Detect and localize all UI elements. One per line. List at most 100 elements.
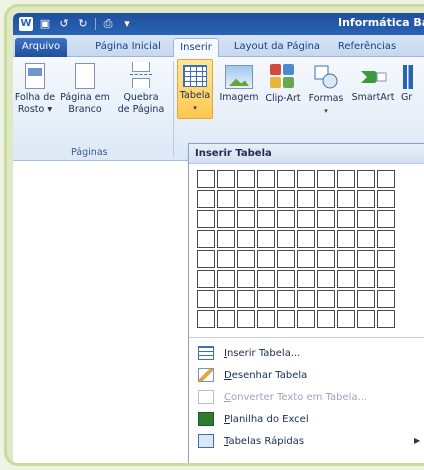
table-grid-cell[interactable] [337,290,355,308]
table-grid-cell[interactable] [317,250,335,268]
image-button[interactable]: Imagem [217,61,261,104]
menu-item-planilha-excel[interactable]: Planilha do Excel [189,408,424,430]
save-icon[interactable]: ▣ [38,17,52,31]
table-grid-cell[interactable] [297,210,315,228]
smartart-button[interactable]: SmartArt [347,61,399,104]
blank-page-button[interactable]: Página em Branco [57,61,113,116]
table-grid-cell[interactable] [297,170,315,188]
table-grid-cell[interactable] [217,270,235,288]
table-grid-cell[interactable] [197,170,215,188]
table-grid-cell[interactable] [237,270,255,288]
table-grid-cell[interactable] [197,250,215,268]
table-grid-cell[interactable] [197,290,215,308]
table-grid-cell[interactable] [317,210,335,228]
table-grid-cell[interactable] [257,190,275,208]
table-grid-cell[interactable] [317,290,335,308]
table-grid-cell[interactable] [257,210,275,228]
table-grid-cell[interactable] [357,170,375,188]
table-grid-cell[interactable] [357,270,375,288]
menu-item-tabelas-rapidas[interactable]: Tabelas Rápidas ▶ [189,430,424,452]
table-grid-cell[interactable] [237,210,255,228]
table-grid-cell[interactable] [377,310,395,328]
table-grid-cell[interactable] [237,230,255,248]
table-grid-cell[interactable] [337,250,355,268]
clipart-button[interactable]: Clip-Art [261,61,305,105]
table-grid-cell[interactable] [377,250,395,268]
table-grid-cell[interactable] [217,210,235,228]
table-grid-cell[interactable] [277,290,295,308]
menu-item-desenhar-tabela[interactable]: Desenhar Tabela [189,364,424,386]
undo-icon[interactable]: ↺ [57,17,71,31]
table-grid-cell[interactable] [217,230,235,248]
table-grid-cell[interactable] [337,270,355,288]
table-grid-cell[interactable] [197,230,215,248]
table-grid-cell[interactable] [377,190,395,208]
table-grid-cell[interactable] [277,250,295,268]
chart-button[interactable]: Gr [401,61,424,104]
table-grid-cell[interactable] [317,170,335,188]
table-grid-cell[interactable] [317,270,335,288]
table-grid-cell[interactable] [377,210,395,228]
tab-inserir[interactable]: Inserir [173,38,219,58]
table-grid-cell[interactable] [357,250,375,268]
table-grid-cell[interactable] [337,170,355,188]
customize-icon[interactable]: ▾ [120,17,134,31]
table-grid-cell[interactable] [257,290,275,308]
table-grid-cell[interactable] [357,230,375,248]
table-button[interactable]: Tabela ▾ [177,59,213,119]
table-grid-cell[interactable] [337,190,355,208]
table-grid-cell[interactable] [257,230,275,248]
redo-icon[interactable]: ↻ [76,17,90,31]
table-grid-cell[interactable] [377,290,395,308]
table-grid-cell[interactable] [337,210,355,228]
table-grid-cell[interactable] [277,210,295,228]
table-grid-cell[interactable] [297,190,315,208]
table-grid-cell[interactable] [297,230,315,248]
table-grid-cell[interactable] [257,170,275,188]
table-grid-cell[interactable] [377,270,395,288]
table-grid-cell[interactable] [277,190,295,208]
table-grid-cell[interactable] [197,270,215,288]
table-grid-cell[interactable] [337,310,355,328]
table-grid-cell[interactable] [197,310,215,328]
table-grid-cell[interactable] [357,310,375,328]
table-grid-cell[interactable] [377,170,395,188]
table-grid-cell[interactable] [277,270,295,288]
shapes-button[interactable]: Formas ▾ [305,61,347,117]
table-size-grid[interactable] [197,170,395,328]
tab-pagina-inicial[interactable]: Página Inicial [87,38,169,57]
table-grid-cell[interactable] [237,310,255,328]
table-grid-cell[interactable] [257,270,275,288]
table-grid-cell[interactable] [297,250,315,268]
page-break-button[interactable]: Quebra de Página [113,61,169,116]
table-grid-cell[interactable] [237,190,255,208]
table-grid-cell[interactable] [257,250,275,268]
table-grid-cell[interactable] [277,230,295,248]
table-grid-cell[interactable] [317,310,335,328]
table-grid-cell[interactable] [377,230,395,248]
table-grid-cell[interactable] [297,270,315,288]
table-grid-cell[interactable] [257,310,275,328]
table-grid-cell[interactable] [317,190,335,208]
menu-item-inserir-tabela[interactable]: Inserir Tabela... [189,342,424,364]
table-grid-cell[interactable] [237,170,255,188]
print-icon[interactable]: ⎙ [101,17,115,31]
table-grid-cell[interactable] [217,250,235,268]
tab-layout-da-pagina[interactable]: Layout da Página [229,38,325,57]
tab-referencias[interactable]: Referências [331,38,403,57]
table-grid-cell[interactable] [317,230,335,248]
table-grid-cell[interactable] [357,190,375,208]
table-grid-cell[interactable] [337,230,355,248]
table-grid-cell[interactable] [357,210,375,228]
table-grid-cell[interactable] [197,190,215,208]
cover-page-button[interactable]: Folha de Rosto ▾ [13,61,57,116]
table-grid-cell[interactable] [277,170,295,188]
table-grid-cell[interactable] [357,290,375,308]
tab-arquivo[interactable]: Arquivo [15,38,67,57]
table-grid-cell[interactable] [217,310,235,328]
table-grid-cell[interactable] [217,170,235,188]
table-grid-cell[interactable] [197,210,215,228]
table-grid-cell[interactable] [217,190,235,208]
table-grid-cell[interactable] [297,310,315,328]
table-grid-cell[interactable] [237,290,255,308]
